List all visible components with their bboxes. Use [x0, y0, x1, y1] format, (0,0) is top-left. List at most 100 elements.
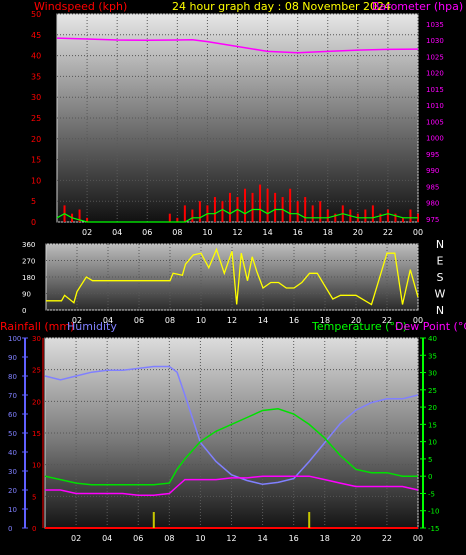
x-tick-label: 02 — [72, 316, 82, 325]
humidity-tick-label: 60 — [8, 411, 17, 419]
barometer-tick-label: 990 — [426, 167, 439, 175]
x-tick-label: 04 — [102, 534, 112, 543]
temp-tick-label: 30 — [428, 370, 437, 378]
temp-tick-label: 0 — [428, 473, 432, 481]
compass-label: W — [435, 288, 446, 301]
rain-tick-label: 15 — [32, 430, 41, 438]
direction-tick-label: 0 — [22, 307, 26, 315]
barometer-tick-label: 1025 — [426, 53, 444, 61]
direction-tick-label: 270 — [22, 258, 35, 266]
temp-tick-label: 25 — [428, 387, 437, 395]
barometer-tick-label: 1005 — [426, 118, 444, 126]
humidity-tick-label: 10 — [8, 506, 17, 514]
barometer-tick-label: 980 — [426, 200, 439, 208]
humidity-tick-label: 40 — [8, 449, 17, 457]
barometer-axis-title: Barometer (hpa) — [372, 0, 463, 13]
x-tick-label: 00 — [413, 316, 423, 325]
humidity-tick-label: 0 — [8, 525, 12, 533]
x-tick-label: 22 — [382, 316, 392, 325]
windspeed-tick-label: 0 — [31, 218, 36, 227]
x-tick-label: 18 — [323, 228, 333, 237]
wind-direction-chart: 090180270360NWSEN02 04 06 08 10 12 14 16 18 20 22 0… — [22, 238, 446, 325]
humidity-tick-label: 70 — [8, 392, 17, 400]
x-tick-label: 14 — [258, 316, 268, 325]
barometer-tick-label: 1000 — [426, 135, 444, 143]
windspeed-axis-title: Windspeed (kph) — [34, 0, 127, 13]
x-tick-label: 06 — [134, 316, 144, 325]
compass-label: N — [436, 238, 444, 251]
x-tick-label: 08 — [164, 534, 174, 543]
temp-tick-label: -5 — [428, 490, 435, 498]
barometer-tick-label: 975 — [426, 216, 439, 224]
temp-tick-label: 20 — [428, 404, 437, 412]
weather-graph: Windspeed (kph) 24 hour graph day : 08 N… — [0, 0, 466, 543]
x-tick-label: 06 — [142, 228, 152, 237]
barometer-tick-label: 985 — [426, 183, 439, 191]
x-tick-label: 14 — [262, 228, 272, 237]
humidity-tick-label: 30 — [8, 468, 17, 476]
humidity-tick-label: 100 — [8, 335, 21, 343]
temp-tick-label: -15 — [428, 525, 439, 533]
x-tick-label: 08 — [172, 228, 182, 237]
dewpoint-axis-title: Dew Point (°C) — [395, 320, 466, 333]
direction-tick-label: 180 — [22, 274, 35, 282]
x-tick-label: 12 — [226, 534, 236, 543]
compass-label: E — [437, 255, 444, 268]
windspeed-tick-label: 35 — [31, 72, 41, 81]
graph-day-title: 24 hour graph day : 08 November 2024 — [172, 0, 391, 13]
x-tick-label: 20 — [351, 534, 361, 543]
rain-tick-label: 5 — [32, 493, 36, 501]
rain-tick-label: 10 — [32, 462, 41, 470]
x-tick-label: 16 — [289, 534, 299, 543]
humidity-tick-label: 50 — [8, 430, 17, 438]
windspeed-tick-label: 40 — [31, 52, 41, 61]
direction-tick-label: 90 — [22, 291, 31, 299]
windspeed-tick-label: 25 — [31, 114, 41, 123]
x-tick-label: 10 — [196, 316, 206, 325]
temp-tick-label: 10 — [428, 439, 437, 447]
windspeed-tick-label: 10 — [31, 176, 41, 185]
humidity-tick-label: 80 — [8, 373, 17, 381]
x-tick-label: 18 — [320, 316, 330, 325]
windspeed-tick-label: 20 — [31, 135, 41, 144]
wind-barometer-chart: 0510152025303540455097598098599099510001… — [31, 10, 444, 237]
temp-tick-label: 5 — [428, 456, 432, 464]
humidity-tick-label: 90 — [8, 354, 17, 362]
rainfall-axis-title: Rainfall (mm) — [0, 320, 74, 333]
x-tick-label: 12 — [227, 316, 237, 325]
humidity-tick-label: 20 — [8, 487, 17, 495]
temp-tick-label: 15 — [428, 421, 437, 429]
x-tick-label: 22 — [383, 228, 393, 237]
windspeed-tick-label: 5 — [31, 197, 36, 206]
temp-tick-label: 40 — [428, 335, 437, 343]
windspeed-tick-label: 30 — [31, 93, 41, 102]
barometer-tick-label: 1015 — [426, 86, 444, 94]
x-tick-label: 16 — [293, 228, 303, 237]
x-tick-label: 22 — [382, 534, 392, 543]
x-tick-label: 02 — [71, 534, 81, 543]
rain-tick-label: 25 — [32, 367, 41, 375]
compass-label: S — [437, 271, 444, 284]
rain-tick-label: 0 — [32, 525, 36, 533]
x-tick-label: 00 — [413, 534, 423, 543]
x-tick-label: 20 — [351, 316, 361, 325]
x-tick-label: 08 — [165, 316, 175, 325]
x-tick-label: 16 — [289, 316, 299, 325]
x-tick-label: 20 — [353, 228, 363, 237]
x-tick-label: 18 — [320, 534, 330, 543]
x-tick-label: 04 — [112, 228, 122, 237]
x-tick-label: 10 — [195, 534, 205, 543]
x-tick-label: 10 — [202, 228, 212, 237]
x-tick-label: 14 — [257, 534, 267, 543]
barometer-tick-label: 1020 — [426, 70, 444, 78]
x-tick-label: 12 — [232, 228, 242, 237]
x-tick-label: 04 — [103, 316, 113, 325]
barometer-tick-label: 1010 — [426, 102, 444, 110]
x-tick-label: 06 — [133, 534, 143, 543]
rain-tick-label: 30 — [32, 335, 41, 343]
x-tick-label: 00 — [413, 228, 423, 237]
barometer-tick-label: 1035 — [426, 21, 444, 29]
compass-label: N — [436, 304, 444, 317]
barometer-tick-label: 995 — [426, 151, 439, 159]
barometer-tick-label: 1030 — [426, 37, 444, 45]
